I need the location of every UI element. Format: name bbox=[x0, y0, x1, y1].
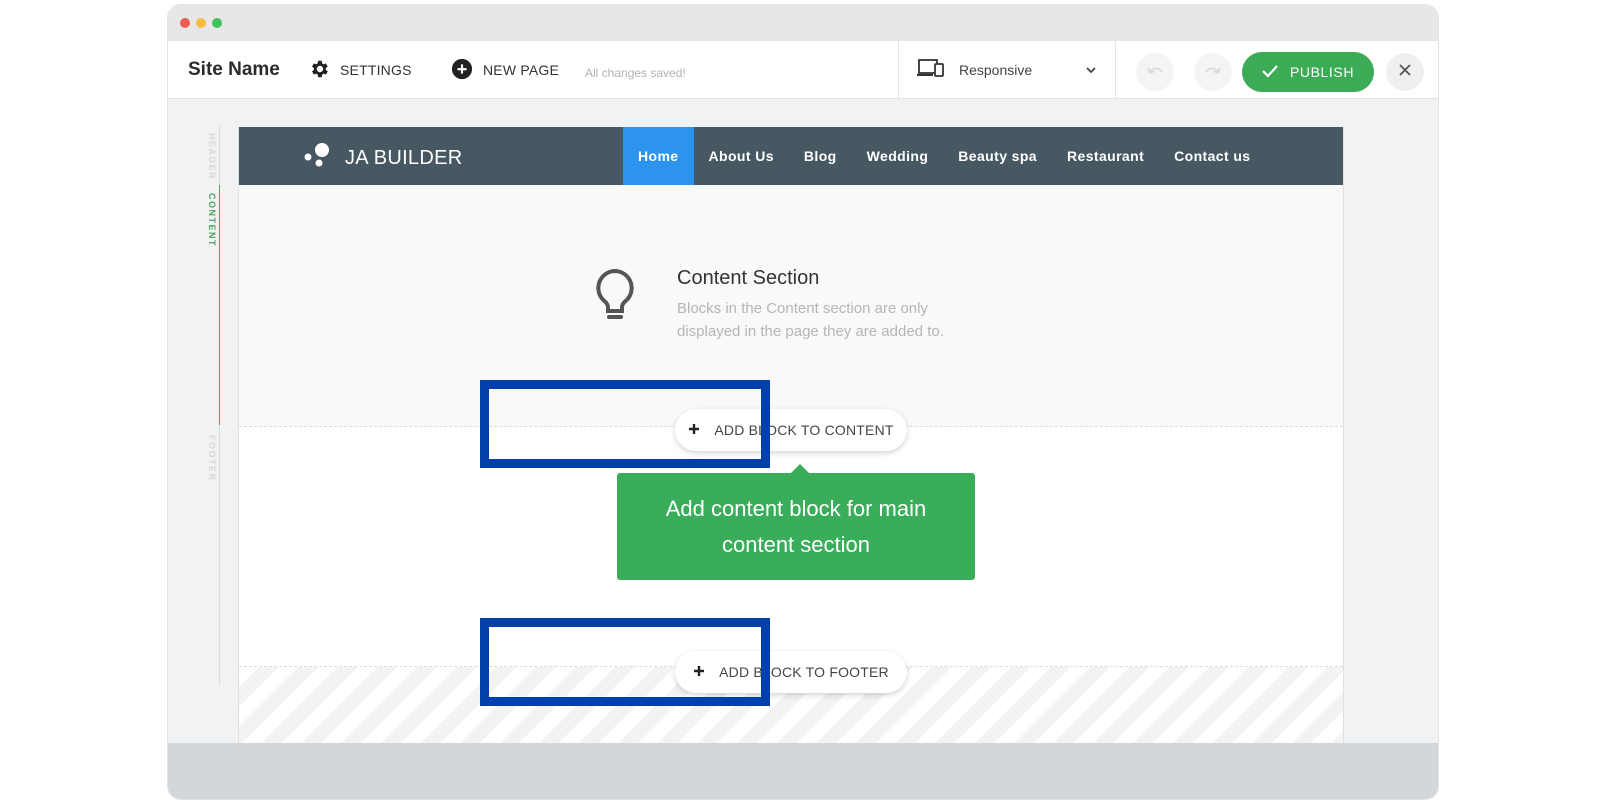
save-status: All changes saved! bbox=[585, 66, 686, 80]
undo-button[interactable] bbox=[1136, 53, 1174, 91]
devices-icon bbox=[917, 58, 945, 83]
new-page-label: NEW PAGE bbox=[483, 62, 560, 78]
gear-icon bbox=[308, 58, 330, 83]
publish-button[interactable]: PUBLISH bbox=[1242, 52, 1374, 92]
site-nav-menu: Home About Us Blog Wedding Beauty spa Re… bbox=[623, 127, 1265, 185]
redo-button[interactable] bbox=[1194, 53, 1232, 91]
nav-item-beauty-spa[interactable]: Beauty spa bbox=[943, 127, 1052, 185]
close-button[interactable] bbox=[1386, 53, 1424, 91]
nav-item-home[interactable]: Home bbox=[623, 127, 694, 185]
rail-content-label[interactable]: CONTENT bbox=[207, 193, 217, 247]
logo-icon bbox=[303, 141, 333, 174]
close-window-dot[interactable] bbox=[180, 18, 190, 28]
builder-window: Site Name SETTINGS NEW PAGE All changes … bbox=[167, 4, 1439, 800]
maximize-window-dot[interactable] bbox=[212, 18, 222, 28]
undo-icon bbox=[1146, 63, 1164, 81]
view-mode-label: Responsive bbox=[959, 62, 1033, 78]
section-rail: HEADER CONTENT FOOTER bbox=[206, 125, 226, 685]
nav-item-contact-us[interactable]: Contact us bbox=[1159, 127, 1265, 185]
page-canvas: JA BUILDER Home About Us Blog Wedding Be… bbox=[238, 127, 1344, 743]
lightbulb-icon bbox=[593, 267, 637, 330]
site-header-nav: JA BUILDER Home About Us Blog Wedding Be… bbox=[239, 127, 1343, 185]
section-title: Content Section bbox=[677, 267, 820, 289]
nav-item-blog[interactable]: Blog bbox=[789, 127, 852, 185]
chevron-down-icon bbox=[1085, 63, 1097, 81]
site-name[interactable]: Site Name bbox=[188, 59, 280, 81]
publish-label: PUBLISH bbox=[1289, 64, 1355, 80]
highlight-add-content bbox=[480, 380, 770, 468]
check-icon bbox=[1262, 64, 1278, 81]
title-bar bbox=[168, 5, 1438, 41]
instruction-tooltip: Add content block for main content secti… bbox=[617, 473, 975, 580]
highlight-add-footer bbox=[480, 618, 770, 706]
rail-footer-label[interactable]: FOOTER bbox=[207, 435, 217, 482]
section-description: Blocks in the Content section are only d… bbox=[677, 300, 944, 340]
redo-icon bbox=[1204, 63, 1222, 81]
content-section-zone: Content Section Blocks in the Content se… bbox=[239, 185, 1343, 427]
settings-label: SETTINGS bbox=[340, 62, 412, 78]
plus-circle-icon bbox=[451, 58, 473, 83]
nav-item-wedding[interactable]: Wedding bbox=[852, 127, 944, 185]
tooltip-text: Add content block for main content secti… bbox=[665, 495, 927, 557]
new-page-button[interactable]: NEW PAGE bbox=[451, 55, 559, 85]
view-mode-select[interactable]: Responsive bbox=[898, 41, 1116, 99]
site-logo-text[interactable]: JA BUILDER bbox=[345, 147, 462, 170]
nav-item-restaurant[interactable]: Restaurant bbox=[1052, 127, 1159, 185]
minimize-window-dot[interactable] bbox=[196, 18, 206, 28]
rail-active-line bbox=[219, 185, 220, 425]
settings-button[interactable]: SETTINGS bbox=[308, 55, 412, 85]
rail-header-label[interactable]: HEADER bbox=[207, 133, 217, 180]
bottom-bar bbox=[168, 743, 1438, 799]
nav-item-about-us[interactable]: About Us bbox=[694, 127, 789, 185]
close-icon bbox=[1398, 63, 1412, 82]
builder-toolbar: Site Name SETTINGS NEW PAGE All changes … bbox=[168, 41, 1438, 99]
